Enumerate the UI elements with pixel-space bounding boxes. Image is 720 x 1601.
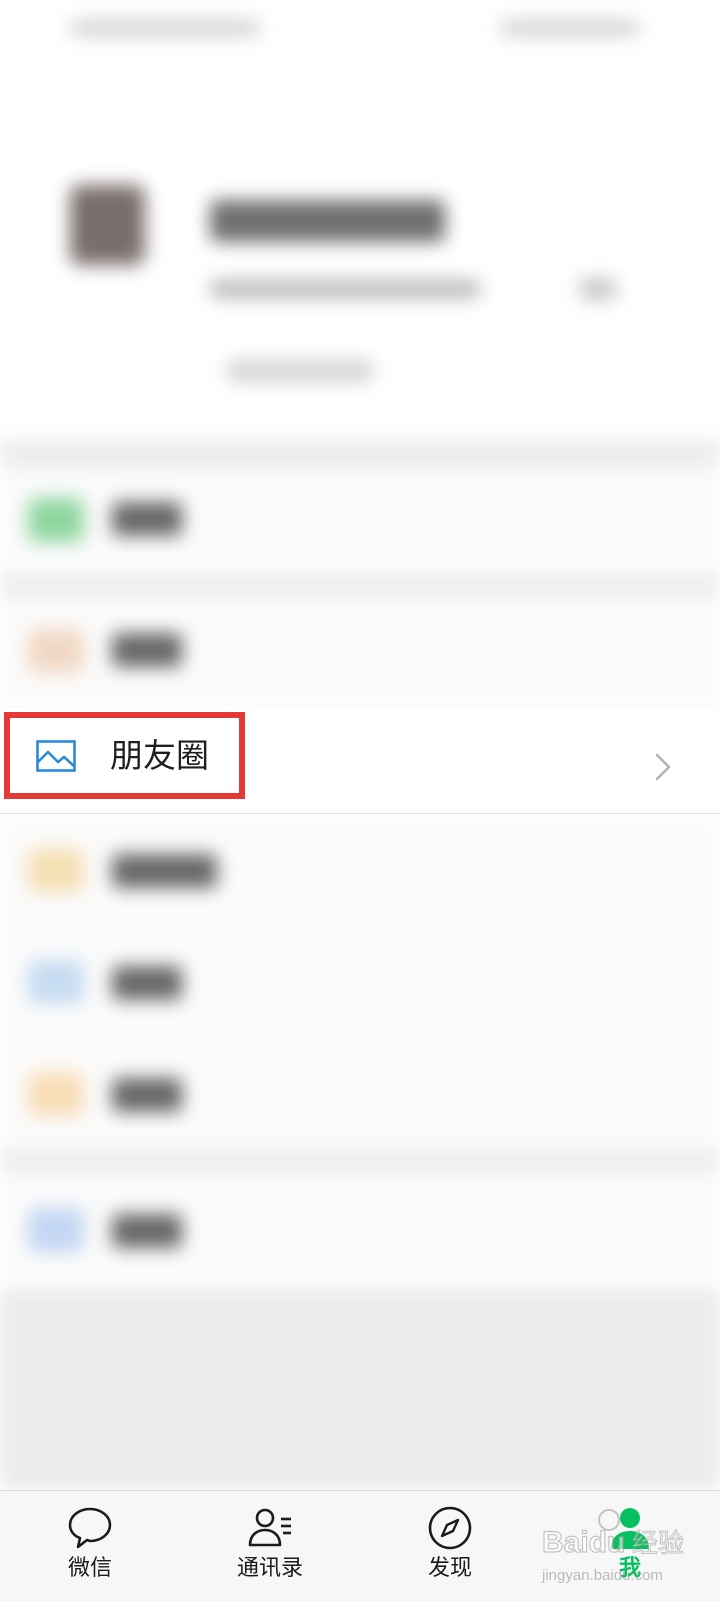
tab-label: 发现 bbox=[427, 1556, 472, 1581]
bottom-empty-area bbox=[0, 1290, 720, 1490]
person-icon bbox=[607, 1505, 653, 1551]
profile-name-blurred bbox=[210, 200, 445, 242]
list-item-label-blurred bbox=[112, 1214, 182, 1248]
list-item-label-blurred bbox=[112, 633, 182, 667]
list-item-blurred bbox=[0, 814, 720, 926]
stickers-icon bbox=[28, 1072, 84, 1116]
chevron-right-icon bbox=[654, 752, 672, 782]
tab-label: 我 bbox=[618, 1556, 641, 1581]
moments-row[interactable]: 朋友圈 bbox=[0, 710, 720, 814]
profile-status-blurred bbox=[225, 360, 375, 382]
tab-discover[interactable]: 发现 bbox=[360, 1491, 540, 1601]
profile-id-blurred bbox=[210, 280, 480, 298]
tab-contacts[interactable]: 通讯录 bbox=[180, 1491, 360, 1601]
list-item-label-blurred bbox=[112, 502, 182, 536]
list-item-label-blurred bbox=[112, 966, 182, 1000]
status-bar-left bbox=[70, 20, 260, 36]
section-divider bbox=[0, 575, 720, 597]
favorites-icon bbox=[28, 629, 84, 673]
pay-icon bbox=[28, 498, 84, 542]
cards-icon bbox=[28, 848, 84, 892]
contacts-icon bbox=[247, 1505, 293, 1551]
list-item-blurred bbox=[0, 597, 720, 710]
list-item-label-blurred bbox=[112, 854, 217, 888]
list-item-label-blurred bbox=[112, 1078, 182, 1112]
list-item-blurred bbox=[0, 468, 720, 575]
compass-icon bbox=[427, 1505, 473, 1551]
settings-icon bbox=[28, 1208, 84, 1252]
channels-icon bbox=[28, 960, 84, 1004]
tab-chats[interactable]: 微信 bbox=[0, 1491, 180, 1601]
bottom-tab-bar: 微信 通讯录 发现 我 bbox=[0, 1490, 720, 1601]
moments-label: 朋友圈 bbox=[110, 736, 209, 775]
status-bar-right bbox=[500, 20, 640, 36]
tab-label: 通讯录 bbox=[236, 1556, 303, 1581]
avatar bbox=[70, 185, 145, 265]
chat-bubble-icon bbox=[67, 1505, 113, 1551]
section-divider bbox=[0, 440, 720, 468]
list-item-blurred bbox=[0, 926, 720, 1038]
tab-label: 微信 bbox=[67, 1556, 112, 1581]
qr-code-icon bbox=[580, 278, 616, 300]
moments-image-icon bbox=[36, 740, 76, 772]
list-item-blurred bbox=[0, 1038, 720, 1150]
list-item-blurred bbox=[0, 1172, 720, 1290]
section-divider bbox=[0, 1150, 720, 1172]
tab-me[interactable]: 我 bbox=[540, 1491, 720, 1601]
